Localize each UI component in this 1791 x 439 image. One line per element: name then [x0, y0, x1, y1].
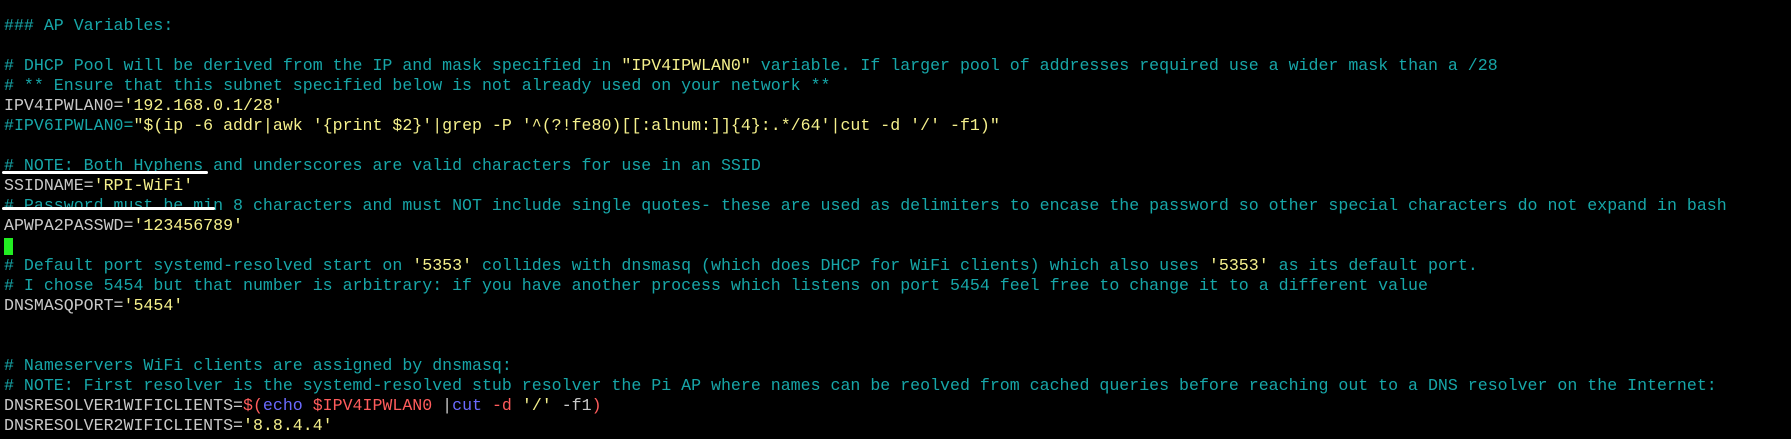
code-line: APWPA2PASSWD='123456789': [4, 216, 1789, 236]
code-token: -f1: [551, 396, 592, 415]
code-token: '192.168.0.1/28': [123, 96, 283, 115]
code-token: # Default port systemd-resolved start on: [4, 256, 413, 275]
code-line: # NOTE: Both Hyphens and underscores are…: [4, 156, 1789, 176]
text-cursor: [4, 238, 13, 255]
code-token: $IPV4IPWLAN0: [312, 396, 433, 415]
code-token: as its default port.: [1268, 256, 1478, 275]
code-token: # I chose 5454 but that number is arbitr…: [4, 276, 1428, 295]
code-token: # Password must be min 8 characters and …: [4, 196, 1727, 215]
terminal-editor[interactable]: ### AP Variables: # DHCP Pool will be de…: [4, 16, 1789, 436]
code-token: '5353': [1208, 256, 1269, 275]
highlight-underline-password: [2, 207, 215, 210]
code-token: DNSMASQPORT=: [4, 296, 124, 315]
code-token: # NOTE: First resolver is the systemd-re…: [4, 376, 1717, 395]
code-token: "IPV4IPWLAN0": [621, 56, 751, 75]
code-token: # Nameservers WiFi clients are assigned …: [4, 356, 512, 375]
code-token: DNSRESOLVER2WIFICLIENTS=: [4, 416, 243, 435]
code-token: $(: [243, 396, 263, 415]
code-token: ### AP Variables:: [4, 16, 174, 35]
code-token: echo: [262, 396, 313, 415]
code-line: # Password must be min 8 characters and …: [4, 196, 1789, 216]
code-token: '/': [521, 396, 552, 415]
code-token: cut: [452, 396, 483, 415]
code-token: ): [591, 396, 602, 415]
code-token: "$(ip -6 addr|awk '{print $2}'|grep -P '…: [133, 116, 1000, 135]
code-line: ### AP Variables:: [4, 16, 1789, 36]
code-token: SSIDNAME=: [4, 176, 94, 195]
code-line: # Default port systemd-resolved start on…: [4, 256, 1789, 276]
code-token: '123456789': [133, 216, 243, 235]
code-line: IPV4IPWLAN0='192.168.0.1/28': [4, 96, 1789, 116]
code-line: # Nameservers WiFi clients are assigned …: [4, 356, 1789, 376]
highlight-underline-ssid: [2, 171, 208, 174]
code-token: '5454': [123, 296, 184, 315]
code-line: DNSMASQPORT='5454': [4, 296, 1789, 316]
code-token: |: [432, 396, 453, 415]
code-token: '8.8.4.4': [243, 416, 333, 435]
code-token: # ** Ensure that this subnet specified b…: [4, 76, 831, 95]
code-token: collides with dnsmasq (which does DHCP f…: [472, 256, 1209, 275]
code-token: IPV4IPWLAN0=: [4, 96, 124, 115]
code-line: # ** Ensure that this subnet specified b…: [4, 76, 1789, 96]
code-line: DNSRESOLVER2WIFICLIENTS='8.8.4.4': [4, 416, 1789, 436]
code-token: # DHCP Pool will be derived from the IP …: [4, 56, 622, 75]
code-line: #IPV6IPWLAN0="$(ip -6 addr|awk '{print $…: [4, 116, 1789, 136]
code-token: APWPA2PASSWD=: [4, 216, 134, 235]
code-line: DNSRESOLVER1WIFICLIENTS=$(echo $IPV4IPWL…: [4, 396, 1789, 416]
code-token: DNSRESOLVER1WIFICLIENTS=: [4, 396, 243, 415]
code-line: # DHCP Pool will be derived from the IP …: [4, 56, 1789, 76]
code-token: variable. If larger pool of addresses re…: [750, 56, 1498, 75]
code-line: # I chose 5454 but that number is arbitr…: [4, 276, 1789, 296]
code-token: #IPV6IPWLAN0=: [4, 116, 134, 135]
code-token: -d: [482, 396, 522, 415]
code-token: '5353': [412, 256, 473, 275]
code-token: 'RPI-WiFi': [93, 176, 194, 195]
code-line: SSIDNAME='RPI-WiFi': [4, 176, 1789, 196]
code-line: # NOTE: First resolver is the systemd-re…: [4, 376, 1789, 396]
